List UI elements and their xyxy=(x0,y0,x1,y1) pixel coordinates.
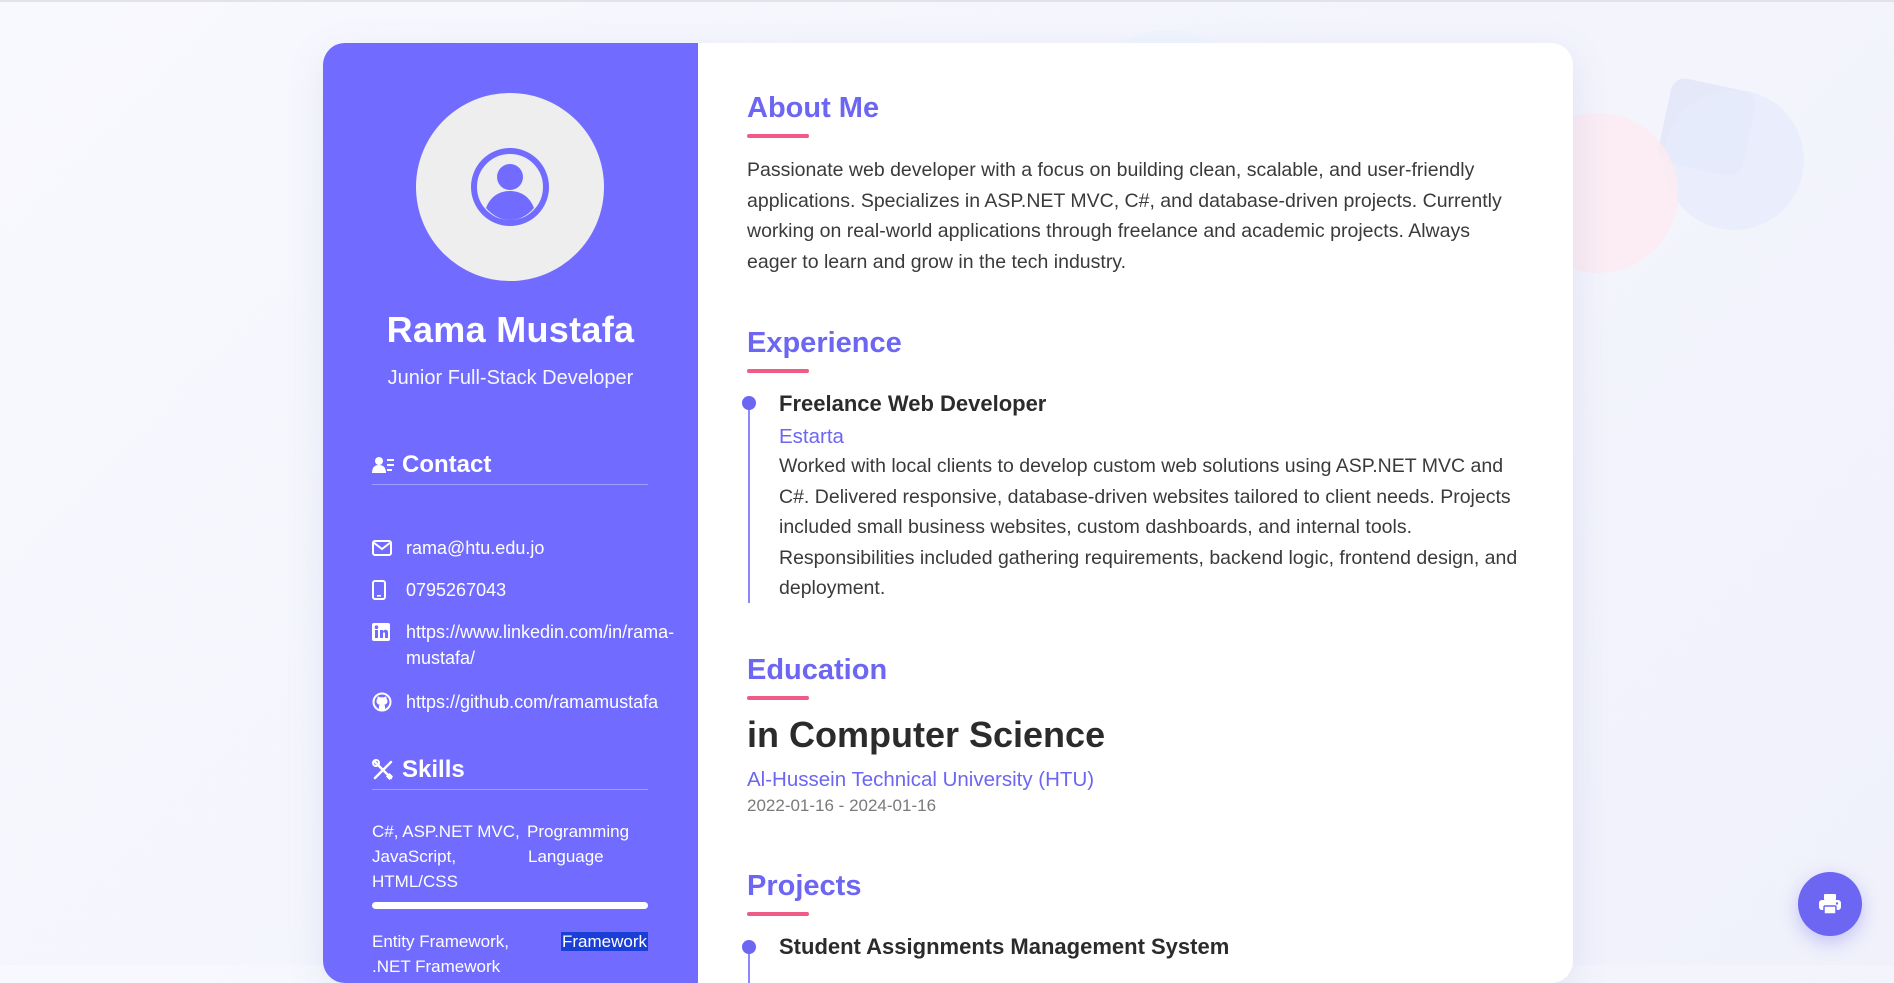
avatar xyxy=(416,93,604,281)
tools-icon xyxy=(372,759,394,781)
projects-heading: Projects xyxy=(747,870,862,916)
skill-category: Framework xyxy=(527,929,648,979)
skill-names: Entity Framework, .NET Framework xyxy=(372,929,527,979)
contact-phone-row[interactable]: 0795267043 xyxy=(372,577,506,603)
project-title: Student Assignments Management System xyxy=(779,934,1230,959)
contact-card-icon xyxy=(372,457,394,473)
job-description: Worked with local clients to develop cus… xyxy=(779,455,1518,599)
skill-name-line: C#, ASP.NET MVC, xyxy=(372,822,520,841)
skills-heading-label: Skills xyxy=(402,756,465,783)
education-heading-label: Education xyxy=(747,654,888,686)
heading-underline xyxy=(747,912,809,916)
browser-top-border xyxy=(0,0,1894,2)
contact-github[interactable]: https://github.com/ramamustafa xyxy=(406,689,658,715)
job-title: Freelance Web Developer xyxy=(779,391,1047,416)
profile-name: Rama Mustafa xyxy=(386,309,635,350)
skill-item: C#, ASP.NET MVC, JavaScript, HTML/CSS Pr… xyxy=(372,819,648,894)
projects-heading-label: Projects xyxy=(747,870,862,902)
education-degree: in Computer Science xyxy=(747,714,1106,755)
skill-name-line: HTML/CSS xyxy=(372,872,458,891)
skill-names: C#, ASP.NET MVC, JavaScript, HTML/CSS xyxy=(372,819,527,894)
education-school: Al-Hussein Technical University (HTU) xyxy=(747,768,1095,791)
contact-phone[interactable]: 0795267043 xyxy=(406,577,506,603)
skill-item: Entity Framework, .NET Framework Framewo… xyxy=(372,929,648,979)
contact-email-row[interactable]: rama@htu.edu.jo xyxy=(372,535,544,561)
job-company: Estarta xyxy=(779,425,844,448)
contact-heading-label: Contact xyxy=(402,451,492,478)
about-heading-label: About Me xyxy=(747,92,880,124)
contact-linkedin-row[interactable]: https://www.linkedin.com/in/rama- mustaf… xyxy=(372,619,674,671)
github-icon xyxy=(372,689,394,715)
printer-icon xyxy=(1819,894,1841,915)
contact-linkedin[interactable]: https://www.linkedin.com/in/rama- mustaf… xyxy=(406,619,674,671)
resume-card: Rama Mustafa Junior Full-Stack Developer… xyxy=(323,43,1573,983)
about-heading: About Me xyxy=(747,92,880,138)
heading-underline xyxy=(747,134,809,138)
user-icon xyxy=(471,148,549,226)
skill-category: Programming Language xyxy=(527,819,648,894)
education-dates: 2022-01-16 - 2024-01-16 xyxy=(747,796,937,815)
phone-icon xyxy=(372,577,394,603)
main-content: About Me Passionate web developer with a… xyxy=(698,43,1573,983)
heading-underline xyxy=(747,369,809,373)
skill-name-line: .NET Framework xyxy=(372,957,501,976)
skill-category-line: Language xyxy=(528,847,604,866)
education-heading: Education xyxy=(747,654,888,700)
linkedin-icon xyxy=(372,619,394,645)
profile-title: Junior Full-Stack Developer xyxy=(387,367,634,389)
sidebar: Rama Mustafa Junior Full-Stack Developer… xyxy=(323,43,698,983)
timeline-line xyxy=(748,399,750,603)
skill-level-bar xyxy=(372,902,648,909)
about-text: Passionate web developer with a focus on… xyxy=(747,159,1502,273)
contact-github-row[interactable]: https://github.com/ramamustafa xyxy=(372,689,658,715)
experience-heading-label: Experience xyxy=(747,327,902,359)
mail-icon xyxy=(372,535,394,561)
contact-heading: Contact xyxy=(372,446,648,485)
contact-linkedin-line2: mustafa/ xyxy=(406,648,476,668)
print-button[interactable] xyxy=(1798,872,1862,936)
contact-linkedin-line1: https://www.linkedin.com/in/rama- xyxy=(406,622,675,642)
contact-email[interactable]: rama@htu.edu.jo xyxy=(406,535,544,561)
timeline-dot xyxy=(742,396,756,410)
timeline-dot xyxy=(742,940,756,954)
skill-name-line: Entity Framework, xyxy=(372,932,509,951)
skills-heading: Skills xyxy=(372,751,648,790)
skill-category-selected: Framework xyxy=(560,932,648,951)
skill-name-line: JavaScript, xyxy=(372,847,457,866)
skill-category-line: Programming xyxy=(527,822,630,841)
decorative-circle xyxy=(1664,90,1804,230)
experience-heading: Experience xyxy=(747,327,902,373)
heading-underline xyxy=(747,696,809,700)
